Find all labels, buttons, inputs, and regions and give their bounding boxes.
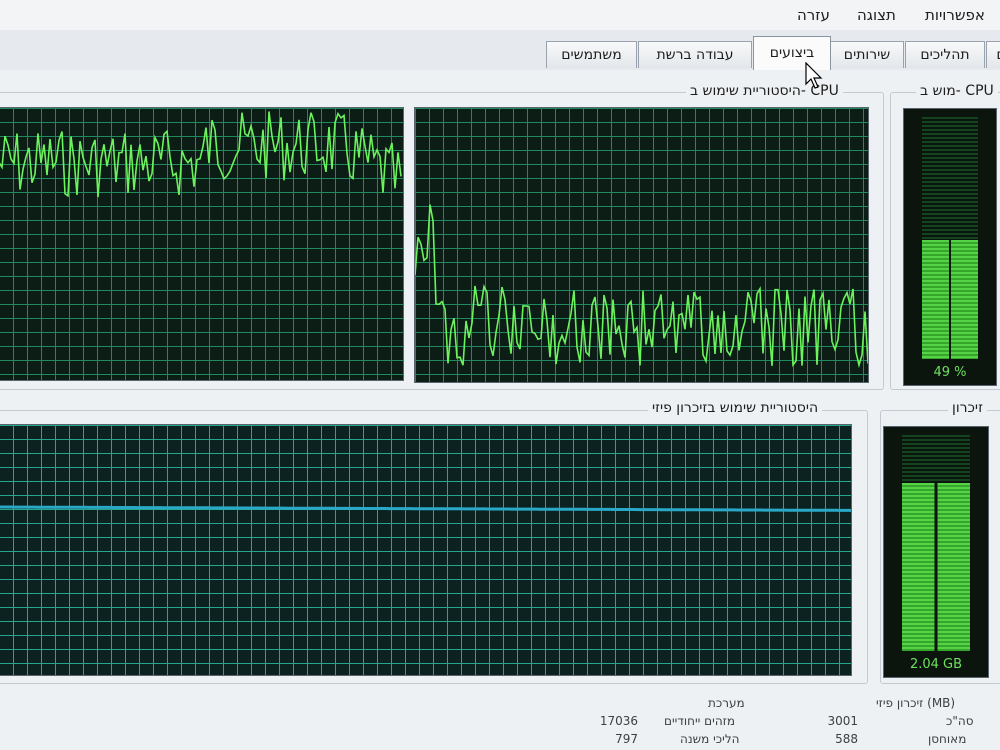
physical-memory-total-value: 3001 [827, 714, 858, 728]
system-threads-value: 797 [615, 732, 638, 746]
cpu-meter-track [922, 117, 978, 359]
cpu-usage-title: מוש ב- CPU [916, 83, 998, 99]
tab-services[interactable]: שירותים [830, 41, 904, 68]
performance-panel: היסטוריית שימוש ב- CPU מוש ב- CPU 49 % ה… [0, 70, 1000, 750]
cpu-meter-fill [922, 240, 978, 359]
memory-history-line [0, 505, 851, 512]
tab-networking[interactable]: עבודה ברשת [638, 41, 752, 68]
tab-applications[interactable]: ם [986, 41, 1000, 68]
system-header: מערכת [708, 696, 745, 710]
memory-value: 2.04 GB [909, 657, 963, 672]
physical-memory-cached-value: 588 [835, 732, 858, 746]
menu-options[interactable]: אפשרויות [925, 6, 985, 24]
physical-memory-header: זיכרון פיזי (MB) [876, 696, 956, 710]
system-handles-value: 17036 [599, 714, 638, 728]
tab-processes[interactable]: תהליכים [905, 41, 985, 68]
cpu-core-1-graph [0, 107, 404, 381]
mouse-cursor-icon [805, 62, 823, 89]
memory-history-title: היסטוריית שימוש בזיכרון פיזי [648, 400, 823, 416]
cpu-core-2-graph [414, 107, 869, 383]
cpu-usage-value: 49 % [933, 365, 967, 380]
cpu-usage-meter: 49 % [903, 108, 997, 386]
memory-meter-fill [902, 482, 970, 651]
menu-view[interactable]: תצוגה [857, 6, 896, 24]
menu-help[interactable]: עזרה [797, 6, 830, 24]
physical-memory-total-label: סה"כ [946, 714, 974, 728]
memory-title: זיכרון [948, 400, 987, 416]
system-threads-label: הליכי משנה [680, 732, 740, 746]
tab-users[interactable]: משתמשים [546, 41, 637, 68]
memory-meter-track [902, 435, 970, 651]
physical-memory-cached-label: מאוחסן [928, 732, 967, 746]
memory-history-graph [0, 424, 852, 676]
tab-strip: ם תהליכים שירותים ביצועים עבודה ברשת משת… [0, 30, 1000, 71]
menu-bar: אפשרויות תצוגה עזרה [0, 0, 1000, 31]
system-handles-label: מזהים ייחודיים [664, 714, 735, 728]
cpu-core-1-line [0, 111, 402, 198]
memory-meter: 2.04 GB [883, 426, 989, 678]
cpu-core-2-line [415, 204, 868, 369]
